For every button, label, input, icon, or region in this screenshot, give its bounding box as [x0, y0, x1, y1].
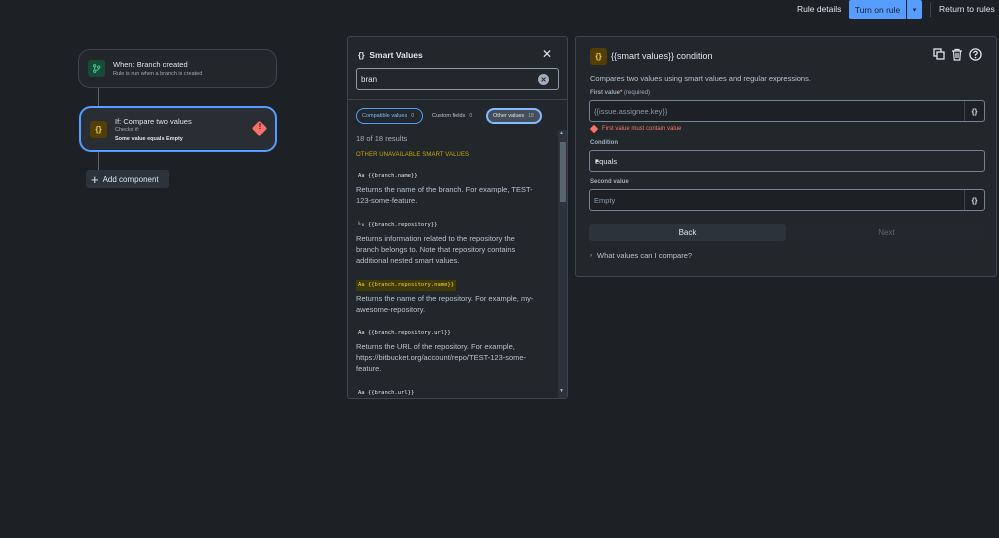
text-type-icon: Aa	[358, 390, 365, 396]
smart-value-code: Aa {{branch.url}}	[356, 388, 416, 399]
condition-summary: Some value equals Empty	[115, 136, 183, 142]
error-text: First value must contain value	[602, 126, 682, 132]
text-type-icon: Aa	[358, 282, 365, 288]
flow-connector	[98, 152, 99, 170]
braces-icon: {}	[90, 121, 107, 138]
condition-checks: Checks if:	[115, 127, 140, 133]
smart-value-picker-button[interactable]: {}	[964, 101, 984, 121]
code-text: {{branch.url}}	[367, 390, 415, 396]
plus-icon: +	[91, 171, 99, 187]
smart-value-picker-button[interactable]: {}	[964, 190, 984, 210]
scroll-up-icon[interactable]: ▲	[559, 130, 564, 136]
compare-link-text: What values can I compare?	[597, 251, 693, 260]
top-bar: Rule details Turn on rule ▾ Return to ru…	[0, 0, 999, 19]
object-type-icon: ⅟₀	[358, 222, 365, 228]
add-component-label: Add component	[102, 174, 159, 184]
braces-icon: {}	[590, 48, 607, 65]
second-value-field[interactable]: {}	[589, 189, 985, 211]
code-text: {{branch.name}}	[367, 173, 418, 179]
divider	[930, 2, 931, 17]
second-value-label: Second value	[590, 179, 629, 185]
trigger-title: When: Branch created	[113, 60, 188, 69]
code-text: {{branch.repository.url}}	[367, 330, 451, 336]
condition-title: If: Compare two values	[115, 117, 192, 126]
chevron-down-icon: ▾	[595, 158, 599, 165]
chevron-down-icon: ▾	[912, 6, 917, 14]
smart-value-code: Aa {{branch.repository.url}}	[356, 328, 453, 339]
list-item[interactable]: Aa {{branch.repository.url}} Returns the…	[356, 327, 536, 374]
error-icon-mark: !	[258, 122, 262, 131]
required-asterisk: *	[620, 90, 623, 96]
copy-icon[interactable]	[933, 48, 945, 63]
trigger-subtitle: Rule is run when a branch is created	[113, 71, 203, 77]
smart-value-code: Aa {{branch.name}}	[356, 171, 420, 182]
list-item[interactable]: ⅟₀ {{branch.repository}} Returns informa…	[356, 219, 536, 266]
code-text: {{branch.repository.name}}	[367, 282, 455, 288]
smart-value-description: Returns the URL of the repository. For e…	[356, 341, 527, 373]
text-type-icon: Aa	[358, 330, 365, 336]
turn-on-dropdown-button[interactable]: ▾	[906, 0, 922, 19]
config-title: {{smart values}} condition	[611, 51, 713, 61]
smart-values-list: Aa {{branch.name}} Returns the name of t…	[348, 37, 558, 399]
first-value-input[interactable]	[594, 106, 954, 117]
condition-config-panel: {} {{smart values}} condition Compares t…	[575, 36, 997, 277]
condition-select[interactable]: equals ▾	[589, 150, 985, 172]
label-text: First value	[590, 90, 621, 96]
compare-expander[interactable]: › What values can I compare?	[590, 251, 692, 260]
chevron-right-icon: ›	[590, 252, 592, 259]
first-value-error: First value must contain value	[589, 124, 682, 134]
smart-value-code: Aa {{branch.repository.name}}	[356, 279, 457, 291]
help-icon[interactable]	[969, 48, 982, 64]
list-item[interactable]: Aa {{branch.url}}	[356, 387, 536, 399]
branch-icon	[88, 60, 105, 77]
second-value-input[interactable]	[594, 195, 954, 206]
list-item[interactable]: Aa {{branch.repository.name}} Returns th…	[356, 279, 536, 315]
trash-icon[interactable]	[951, 48, 963, 64]
rule-details-link[interactable]: Rule details	[797, 4, 841, 14]
smart-value-description: Returns the name of the repository. For …	[356, 293, 534, 314]
code-text: {{branch.repository}}	[367, 222, 438, 228]
smart-value-description: Returns information related to the repos…	[356, 233, 516, 265]
error-icon	[589, 124, 599, 134]
scroll-down-icon[interactable]: ▼	[559, 388, 564, 394]
config-description: Compares two values using smart values a…	[590, 74, 811, 83]
condition-card[interactable]: {} If: Compare two values Checks if: Som…	[79, 106, 277, 152]
text-type-icon: Aa	[358, 173, 365, 179]
smart-value-description: Returns the name of the branch. For exam…	[356, 184, 533, 205]
smart-values-panel: {} Smart Values ✕ ✕ Compatible values 0 …	[347, 36, 568, 399]
condition-label: Condition	[590, 140, 618, 146]
next-button[interactable]: Next	[788, 224, 985, 241]
first-value-label: First value* (required)	[590, 90, 650, 96]
turn-on-rule-button[interactable]: Turn on rule	[849, 0, 906, 19]
add-component-button[interactable]: + Add component	[86, 170, 169, 188]
first-value-field[interactable]: {}	[589, 100, 985, 122]
list-item[interactable]: Aa {{branch.name}} Returns the name of t…	[356, 170, 536, 206]
flow-connector	[98, 88, 99, 106]
smart-value-code: ⅟₀ {{branch.repository}}	[356, 220, 439, 231]
return-to-rules-link[interactable]: Return to rules	[939, 4, 995, 14]
trigger-card[interactable]: When: Branch created Rule is run when a …	[78, 49, 277, 88]
back-button[interactable]: Back	[589, 224, 786, 241]
required-text: (required)	[624, 90, 651, 96]
scrollbar-thumb[interactable]	[560, 142, 566, 202]
